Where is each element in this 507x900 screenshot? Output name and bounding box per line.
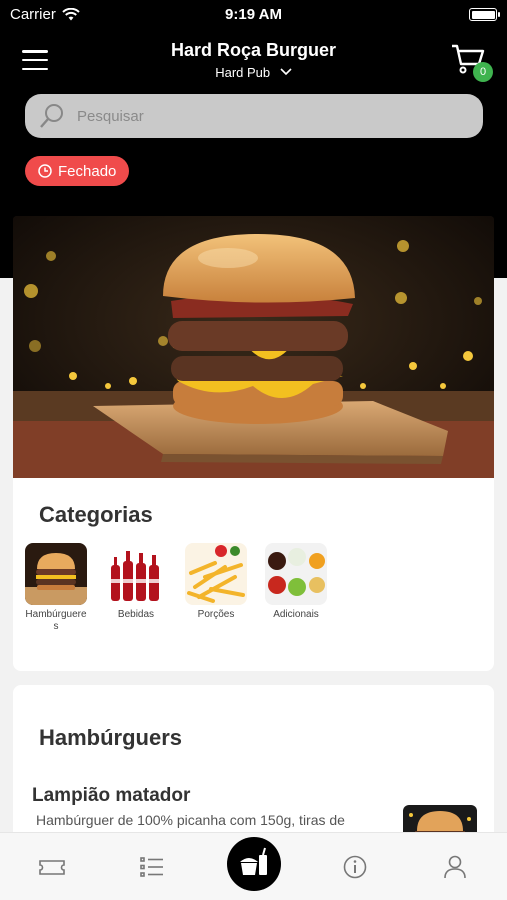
category-item-adicionais[interactable]: Adicionais — [265, 543, 327, 633]
categories-card: Categorias Hambúrgueres Bebidas Porções … — [13, 478, 494, 671]
category-item-hamburgueres[interactable]: Hambúrgueres — [25, 543, 87, 633]
bottom-tab-bar — [0, 832, 507, 900]
chevron-down-icon — [280, 68, 292, 76]
cart-count-badge: 0 — [473, 62, 493, 82]
product-name[interactable]: Lampião matador — [32, 785, 190, 807]
category-item-porcoes[interactable]: Porções — [185, 543, 247, 633]
search-input[interactable] — [77, 107, 457, 125]
store-title: Hard Roça Burguer — [170, 40, 337, 60]
store-status-label: Fechado — [58, 162, 117, 180]
drinks-photo-icon — [105, 543, 167, 605]
sauces-photo-icon — [265, 543, 327, 605]
clock-icon — [38, 164, 52, 178]
battery-icon — [469, 8, 500, 21]
status-bar: Carrier 9:19 AM — [0, 0, 507, 30]
product-description: Hambúrguer de 100% picanha com 150g, tir… — [36, 812, 345, 828]
section-title: Hambúrguers — [39, 725, 183, 750]
user-icon[interactable] — [441, 853, 469, 881]
search-bar[interactable] — [25, 94, 483, 138]
store-subtitle: Hard Pub — [215, 65, 271, 80]
categories-list: Hambúrgueres Bebidas Porções Adicionais — [25, 543, 327, 633]
category-label: Hambúrgueres — [25, 609, 87, 632]
category-label: Bebidas — [117, 609, 155, 620]
menu-food-button[interactable] — [227, 837, 281, 891]
hero-banner-image — [13, 216, 494, 478]
category-label: Adicionais — [273, 609, 319, 620]
category-item-bebidas[interactable]: Bebidas — [105, 543, 167, 633]
cart-button[interactable]: 0 — [451, 44, 493, 82]
clock: 9:19 AM — [225, 6, 282, 23]
fries-photo-icon — [185, 543, 247, 605]
store-status-badge: Fechado — [25, 156, 130, 186]
hamburgers-section: Hambúrguers Lampião matador Hambúrguer d… — [13, 685, 494, 845]
list-icon[interactable] — [138, 853, 166, 881]
category-label: Porções — [197, 609, 235, 620]
store-selector[interactable]: Hard Pub — [0, 65, 507, 80]
burger-photo-icon — [25, 543, 87, 605]
food-icon — [240, 847, 267, 875]
ticket-icon[interactable] — [38, 853, 66, 881]
categories-title: Categorias — [39, 502, 153, 527]
info-icon[interactable] — [341, 853, 369, 881]
search-icon — [40, 104, 63, 128]
